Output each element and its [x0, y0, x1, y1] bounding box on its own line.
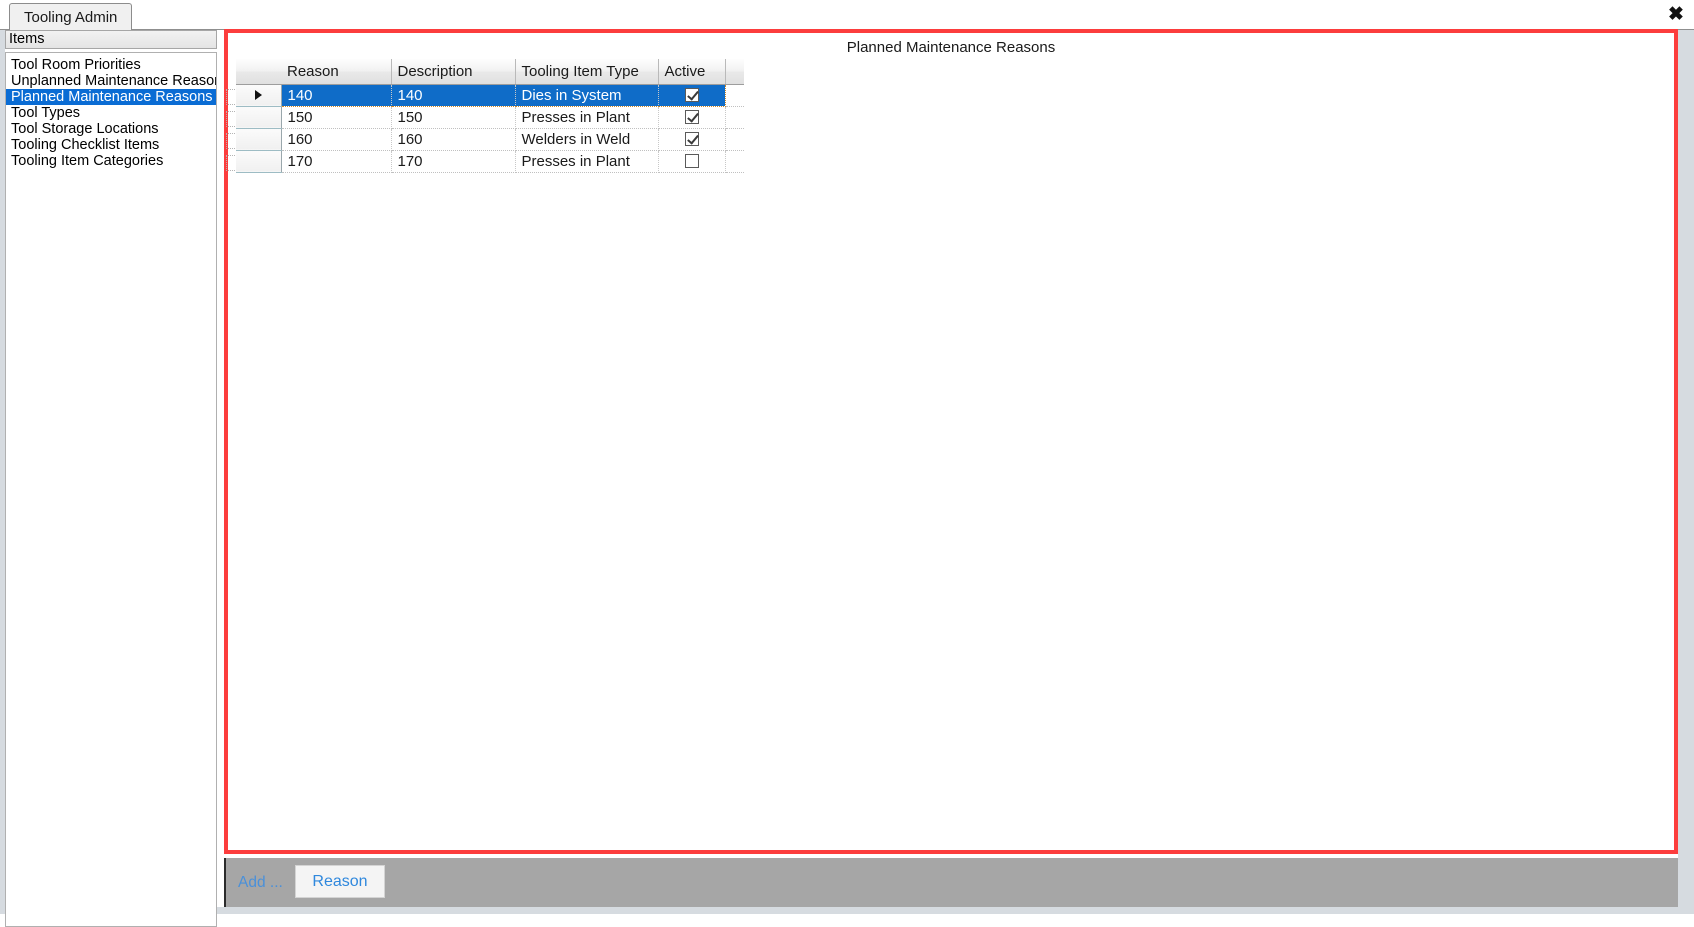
- sidebar-item[interactable]: Tool Types: [6, 105, 216, 121]
- sidebar-list[interactable]: Tool Room Priorities Unplanned Maintenanc…: [5, 52, 217, 927]
- bottom-gutter: [0, 907, 1694, 914]
- tab-tooling-admin[interactable]: Tooling Admin: [9, 3, 133, 30]
- column-header-reason[interactable]: Reason: [281, 59, 392, 85]
- sidebar-item[interactable]: Tooling Checklist Items: [6, 137, 216, 153]
- cell-reason[interactable]: 140: [280, 83, 392, 107]
- sidebar-item[interactable]: Unplanned Maintenance Reasons: [6, 73, 216, 89]
- data-grid-body: 140 140 Dies in System 150 150 Presses in Pla…: [226, 83, 744, 173]
- cell-tooling-item-type[interactable]: Welders in Weld: [515, 128, 659, 151]
- sidebar-item[interactable]: Tool Storage Locations: [6, 121, 216, 137]
- column-header-active[interactable]: Active: [658, 59, 726, 85]
- row-selector-cell[interactable]: [226, 150, 282, 173]
- cell-active[interactable]: [658, 83, 726, 107]
- cell-description[interactable]: 150: [391, 106, 516, 129]
- row-selector-cell[interactable]: [226, 128, 282, 151]
- cell-description[interactable]: 170: [391, 150, 516, 173]
- cell-active[interactable]: [658, 150, 726, 173]
- table-row[interactable]: 150 150 Presses in Plant: [226, 106, 744, 129]
- active-checkbox[interactable]: [684, 110, 699, 125]
- data-grid[interactable]: Reason Description Tooling Item Type Act…: [226, 59, 744, 173]
- cell-tooling-item-type[interactable]: Presses in Plant: [515, 106, 659, 129]
- cell-reason[interactable]: 150: [281, 106, 392, 129]
- right-gutter: [1678, 29, 1694, 914]
- cell-reason[interactable]: 160: [281, 128, 392, 151]
- add-label[interactable]: Add ...: [238, 874, 283, 892]
- active-checkbox[interactable]: [684, 154, 699, 169]
- cell-filler: [725, 128, 744, 151]
- column-header-rowselector: [236, 59, 281, 85]
- active-checkbox[interactable]: [684, 132, 699, 147]
- sidebar-item[interactable]: Tooling Item Categories: [6, 153, 216, 169]
- page-title: Planned Maintenance Reasons: [846, 39, 1056, 56]
- row-selector-cell[interactable]: [226, 84, 282, 107]
- cell-tooling-item-type[interactable]: Presses in Plant: [515, 150, 659, 173]
- sidebar-item[interactable]: Planned Maintenance Reasons: [6, 89, 216, 105]
- active-checkbox[interactable]: [684, 88, 699, 103]
- cell-tooling-item-type[interactable]: Dies in System: [515, 83, 659, 107]
- header-row: Reason Description Tooling Item Type Act…: [236, 59, 744, 85]
- data-grid-header: Reason Description Tooling Item Type Act…: [236, 59, 744, 85]
- add-reason-button[interactable]: Reason: [295, 865, 385, 898]
- row-selector-cell[interactable]: [226, 106, 282, 129]
- main-panel: Planned Maintenance Reasons Reason Descr…: [224, 29, 1678, 854]
- sidebar: Items Tool Room Priorities Unplanned Main…: [5, 30, 217, 927]
- cell-description[interactable]: 140: [391, 83, 516, 107]
- table-row[interactable]: 160 160 Welders in Weld: [226, 128, 744, 151]
- cell-active[interactable]: [658, 128, 726, 151]
- current-row-arrow-icon: [254, 89, 262, 100]
- cell-active[interactable]: [658, 106, 726, 129]
- column-header-filler: [725, 59, 744, 85]
- column-header-description[interactable]: Description: [391, 59, 516, 85]
- sidebar-item[interactable]: Tool Room Priorities: [6, 57, 216, 73]
- table-row[interactable]: 170 170 Presses in Plant: [226, 150, 744, 173]
- table-row[interactable]: 140 140 Dies in System: [226, 83, 744, 107]
- cell-description[interactable]: 160: [391, 128, 516, 151]
- sidebar-header: Items: [5, 30, 217, 49]
- bottom-toolbar: Add ... Reason: [224, 858, 1678, 907]
- close-icon[interactable]: ✖: [1662, 0, 1690, 28]
- column-header-tooling-item-type[interactable]: Tooling Item Type: [515, 59, 659, 85]
- cell-filler: [725, 84, 744, 107]
- cell-filler: [725, 106, 744, 129]
- application-window: Tooling Admin ✖ Items Tool Room Prioriti…: [0, 0, 1694, 927]
- tab-strip: Tooling Admin ✖: [0, 0, 1694, 30]
- cell-filler: [725, 150, 744, 173]
- cell-reason[interactable]: 170: [281, 150, 392, 173]
